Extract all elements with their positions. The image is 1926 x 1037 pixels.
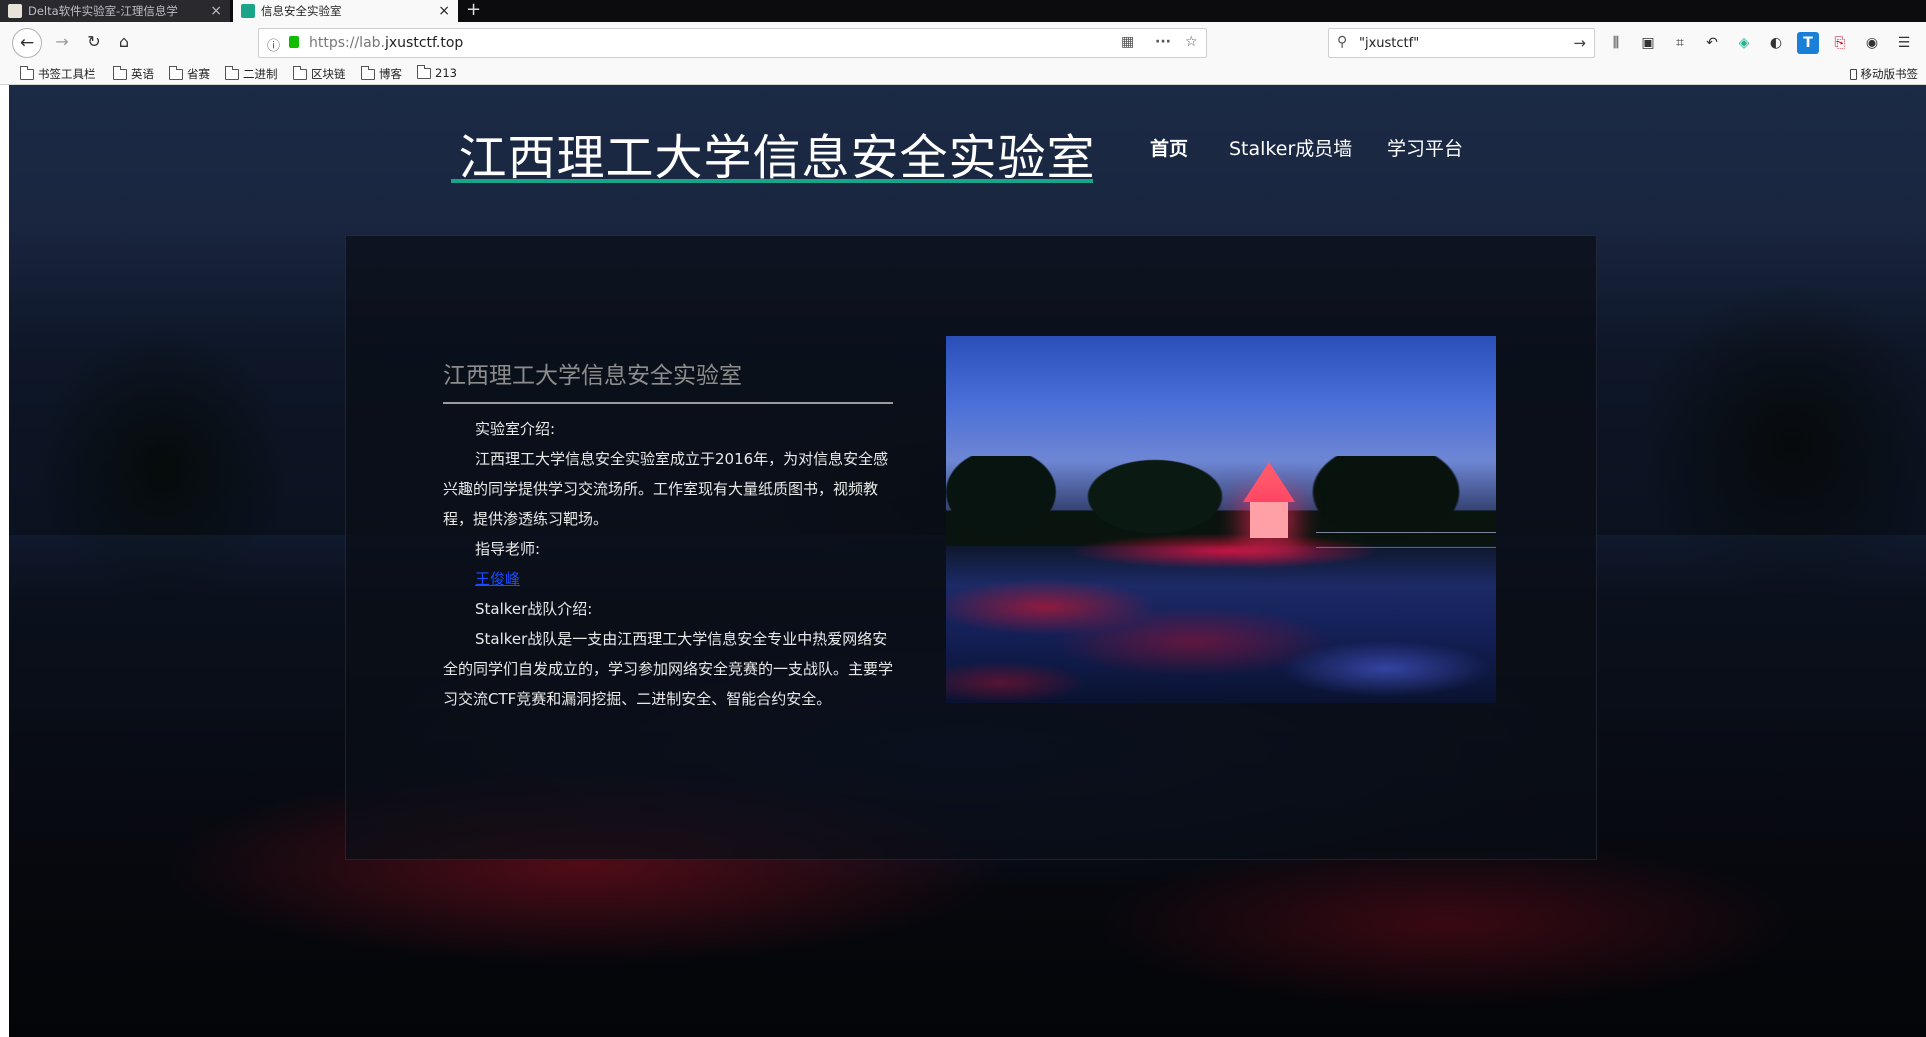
search-input[interactable]: ⚲ "jxustctf" →: [1328, 28, 1595, 58]
account-icon[interactable]: ◉: [1861, 32, 1883, 54]
bookmark-label: 省赛: [187, 67, 210, 81]
folder-icon: [20, 65, 34, 80]
tab-strip: Delta软件实验室-江理信息学 × 信息安全实验室 × +: [0, 0, 1926, 22]
page-actions-icon[interactable]: ···: [1155, 34, 1171, 50]
teacher-heading: 指导老师:: [475, 540, 541, 558]
site-title-underline: [451, 179, 1093, 183]
bookmark-folder[interactable]: 省赛: [169, 65, 210, 82]
intro-panel: 江西理工大学信息安全实验室 实验室介绍: 江西理工大学信息安全实验室成立于201…: [345, 235, 1597, 860]
bookmark-label: 213: [435, 66, 457, 80]
bookmark-folder[interactable]: 213: [417, 64, 457, 80]
url-prefix: https://lab.: [309, 35, 385, 51]
panel-body: 实验室介绍: 江西理工大学信息安全实验室成立于2016年，为对信息安全感兴趣的同…: [443, 414, 895, 714]
folder-icon: [293, 65, 307, 80]
nav-study-platform-link[interactable]: 学习平台: [1387, 134, 1463, 161]
bookmark-folder[interactable]: 书签工具栏: [20, 65, 96, 82]
nav-home-link[interactable]: 首页: [1150, 134, 1188, 161]
mobile-bookmarks[interactable]: 移动版书签: [1849, 66, 1919, 82]
nav-member-wall-link[interactable]: Stalker成员墙: [1229, 134, 1352, 161]
bookmark-label: 区块链: [311, 67, 346, 81]
bookmark-label: 英语: [131, 67, 154, 81]
address-bar[interactable]: ⓘ https://lab.jxustctf.top ▦ ··· ☆: [258, 28, 1207, 58]
search-icon: ⚲: [1337, 34, 1348, 50]
bookmark-label: 博客: [379, 67, 402, 81]
page-favicon-icon: [8, 4, 22, 18]
tab-security-lab[interactable]: 信息安全实验室 ×: [233, 0, 458, 22]
menu-icon[interactable]: ☰: [1893, 32, 1915, 54]
screenshot-crop-icon[interactable]: ⌗: [1669, 32, 1691, 54]
bookmark-label: 二进制: [243, 67, 278, 81]
bookmark-folder[interactable]: 区块链: [293, 65, 346, 82]
panel-divider: [443, 402, 893, 404]
search-query: "jxustctf": [1359, 36, 1420, 51]
library-icon[interactable]: ⫼: [1605, 32, 1627, 54]
folder-icon: [113, 65, 127, 80]
page-favicon-icon: [241, 4, 255, 18]
translate-icon[interactable]: T: [1797, 32, 1819, 54]
folder-icon: [225, 65, 239, 80]
bookmark-folder[interactable]: 二进制: [225, 65, 278, 82]
search-go-icon[interactable]: →: [1573, 34, 1586, 52]
photo-pavilion: [1250, 502, 1288, 538]
new-tab-button[interactable]: +: [466, 0, 481, 22]
teacher-link[interactable]: 王俊峰: [475, 570, 520, 588]
team-intro-heading: Stalker战队介绍:: [475, 600, 593, 618]
toolbar-icons: ⫼ ▣ ⌗ ↶ ◈ ◐ T ⎘ ◉ ☰: [1605, 32, 1915, 54]
close-tab-icon[interactable]: ×: [438, 3, 450, 19]
reload-button[interactable]: ↻: [82, 30, 106, 54]
sidebar-icon[interactable]: ▣: [1637, 32, 1659, 54]
bookmark-star-icon[interactable]: ☆: [1185, 34, 1198, 50]
phone-icon: [1849, 68, 1857, 80]
bookmark-folder[interactable]: 博客: [361, 65, 402, 82]
lock-icon: [289, 36, 299, 48]
web-page: 江西理工大学信息安全实验室 首页 Stalker成员墙 学习平台 江西理工大学信…: [9, 85, 1926, 1037]
extension-ghost-icon[interactable]: ◐: [1765, 32, 1787, 54]
photo-railing: [1316, 532, 1496, 548]
forward-button[interactable]: →: [50, 30, 74, 54]
back-button[interactable]: ←: [12, 28, 42, 58]
panel-title: 江西理工大学信息安全实验室: [443, 363, 742, 389]
bookmarks-toolbar: 书签工具栏 英语 省赛 二进制 区块链 博客 213 移动版书签: [0, 63, 1926, 85]
bookmark-folder[interactable]: 英语: [113, 65, 154, 82]
tab-delta-lab[interactable]: Delta软件实验室-江理信息学 ×: [0, 0, 230, 22]
navigation-toolbar: ← → ↻ ⌂ ⓘ https://lab.jxustctf.top ▦ ···…: [0, 22, 1926, 63]
url-host: jxustctf.top: [385, 35, 464, 51]
close-tab-icon[interactable]: ×: [210, 3, 222, 19]
lab-intro-text: 江西理工大学信息安全实验室成立于2016年，为对信息安全感兴趣的同学提供学习交流…: [443, 450, 889, 528]
qr-code-icon[interactable]: ▦: [1121, 34, 1134, 50]
site-title[interactable]: 江西理工大学信息安全实验室: [457, 118, 1097, 188]
undo-icon[interactable]: ↶: [1701, 32, 1723, 54]
extension-cat-icon[interactable]: ◈: [1733, 32, 1755, 54]
tab-title: 信息安全实验室: [261, 4, 342, 18]
pdf-icon[interactable]: ⎘: [1829, 32, 1851, 54]
url-text[interactable]: https://lab.jxustctf.top: [309, 35, 463, 51]
folder-icon: [169, 65, 183, 80]
folder-icon: [417, 64, 431, 79]
home-button[interactable]: ⌂: [112, 30, 136, 54]
mobile-bookmarks-label: 移动版书签: [1860, 67, 1919, 81]
team-intro-text: Stalker战队是一支由江西理工大学信息安全专业中热爱网络安全的同学们自发成立…: [443, 630, 894, 708]
campus-night-photo: [946, 336, 1496, 703]
tab-title: Delta软件实验室-江理信息学: [28, 4, 178, 18]
info-icon[interactable]: ⓘ: [267, 35, 280, 54]
photo-pavilion-roof: [1243, 462, 1295, 502]
bookmark-label: 书签工具栏: [38, 67, 96, 81]
folder-icon: [361, 65, 375, 80]
lab-intro-heading: 实验室介绍:: [475, 420, 556, 438]
photo-lotus-leaves: [946, 566, 1496, 703]
